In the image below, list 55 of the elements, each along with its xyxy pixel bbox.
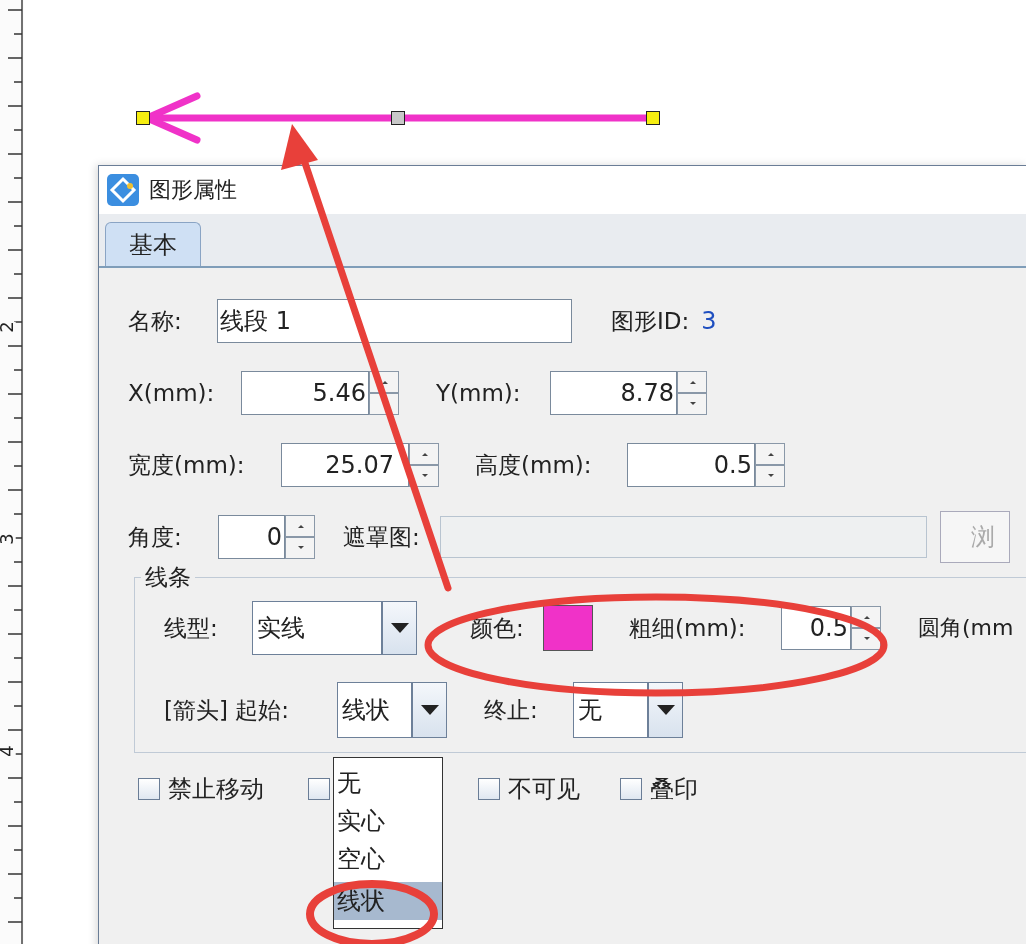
- checkbox[interactable]: [308, 778, 330, 800]
- selection-handle[interactable]: [136, 111, 150, 125]
- color-swatch[interactable]: [543, 605, 593, 651]
- checkbox-label: 叠印: [650, 774, 698, 805]
- checkbox[interactable]: [138, 778, 160, 800]
- dropdown-field[interactable]: 线状: [337, 682, 412, 738]
- number-field[interactable]: 8.78: [550, 371, 677, 415]
- spin-up-button[interactable]: [677, 371, 707, 393]
- dropdown-button[interactable]: [382, 601, 417, 655]
- field-label: 圆角(mm: [918, 614, 1014, 642]
- field-label: 终止:: [484, 695, 539, 725]
- number-field[interactable]: 0.5: [627, 443, 755, 487]
- dropdown-option[interactable]: 无: [334, 764, 442, 802]
- checkbox-label: 不可见: [508, 774, 580, 805]
- field-label: X(mm):: [128, 380, 216, 406]
- window-title: 图形属性: [149, 176, 237, 204]
- shape-id-value: 3: [701, 307, 717, 335]
- spin-up-button[interactable]: [755, 443, 785, 465]
- field-label: Y(mm):: [436, 380, 522, 406]
- field-label: 图形ID:: [611, 306, 690, 336]
- number-field[interactable]: 0: [218, 515, 285, 559]
- field-label: 粗细(mm):: [629, 613, 747, 643]
- app-icon: [107, 174, 139, 206]
- name-field[interactable]: 线段 1: [217, 299, 572, 343]
- field-label: 线型:: [164, 613, 219, 643]
- dropdown-field[interactable]: 实线: [252, 601, 382, 655]
- selection-handle[interactable]: [646, 111, 660, 125]
- checkbox[interactable]: [620, 778, 642, 800]
- ruler-number: 2: [0, 321, 16, 333]
- spin-down-button[interactable]: [755, 465, 785, 487]
- field-label: 名称:: [128, 306, 183, 336]
- spin-up-button[interactable]: [409, 443, 439, 465]
- spin-up-button[interactable]: [285, 515, 315, 537]
- number-field[interactable]: 5.46: [241, 371, 369, 415]
- selection-handle[interactable]: [391, 111, 405, 125]
- dropdown-option[interactable]: 实心: [334, 802, 442, 840]
- checkbox-label: 禁止移动: [168, 774, 264, 805]
- field-label: 高度(mm):: [475, 450, 593, 480]
- field-label: [箭头] 起始:: [164, 695, 290, 725]
- dropdown-button[interactable]: [412, 682, 447, 738]
- checkbox[interactable]: [478, 778, 500, 800]
- field-label: 角度:: [128, 522, 183, 552]
- field-label: 遮罩图:: [343, 522, 420, 552]
- tab[interactable]: 基本: [105, 222, 201, 266]
- ruler-number: 3: [0, 533, 16, 545]
- field-label: 颜色:: [470, 613, 525, 643]
- field-label: 宽度(mm):: [128, 450, 246, 480]
- caret-icon: [656, 705, 675, 715]
- ruler-number: 4: [0, 745, 16, 757]
- dropdown-option[interactable]: 空心: [334, 840, 442, 878]
- caret-icon: [390, 623, 409, 633]
- spin-down-button[interactable]: [677, 393, 707, 415]
- spin-down-button[interactable]: [285, 537, 315, 559]
- number-field[interactable]: 25.07: [281, 443, 409, 487]
- caret-icon: [420, 705, 439, 715]
